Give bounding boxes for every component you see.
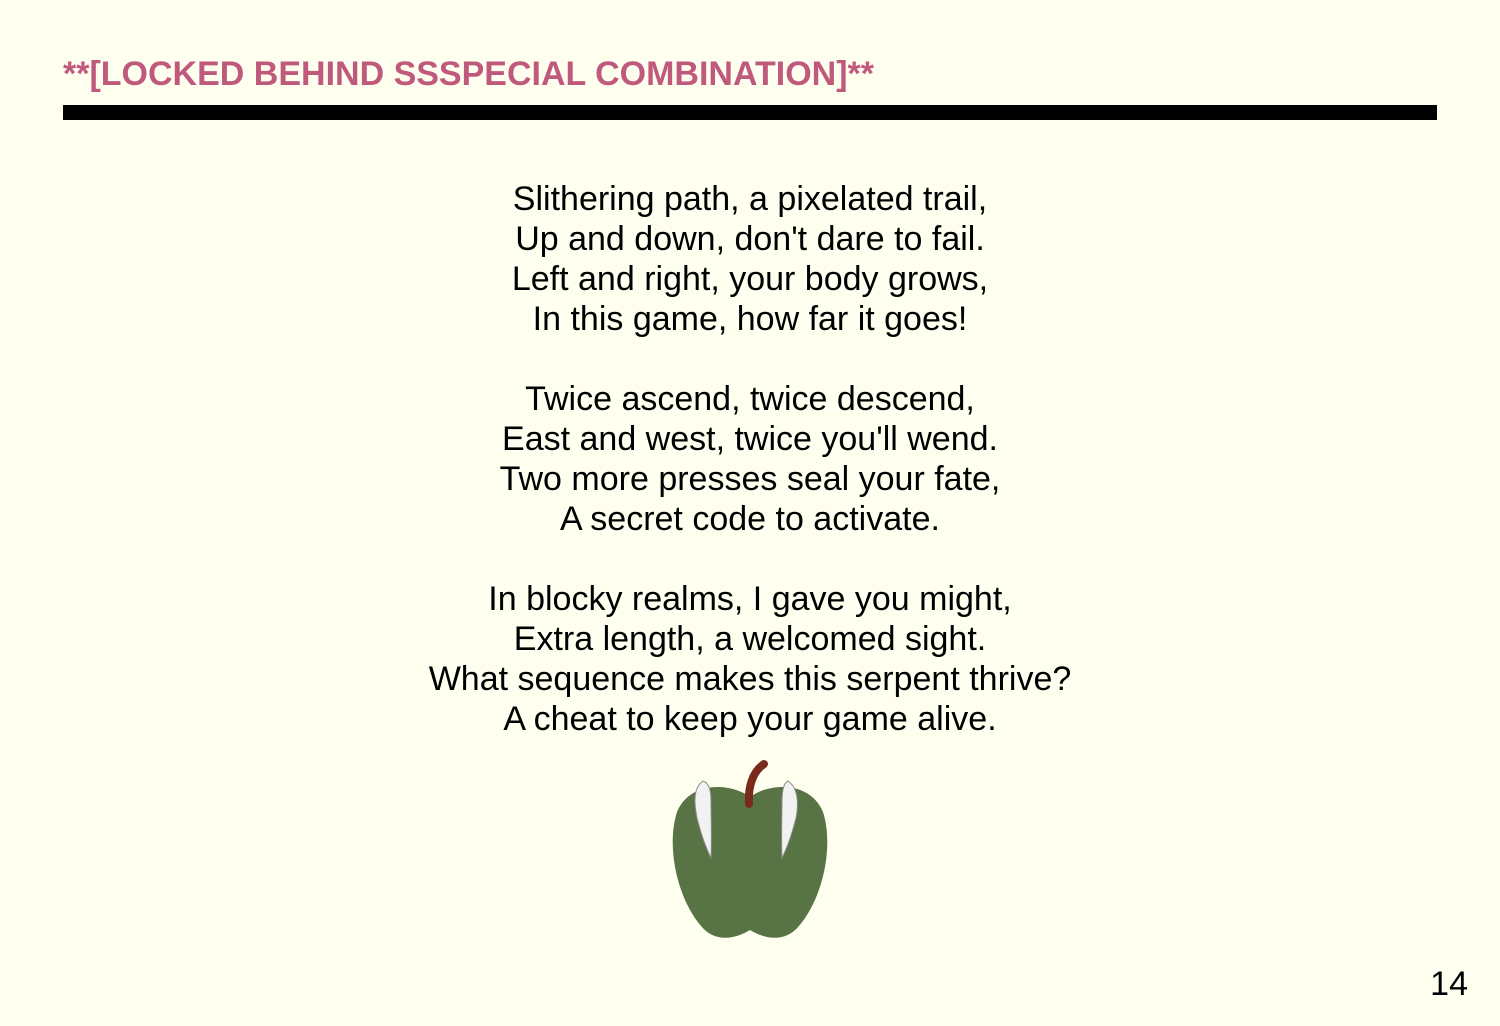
poem-line: In blocky realms, I gave you might, <box>488 580 1012 618</box>
poem-line: What sequence makes this serpent thrive? <box>428 660 1072 698</box>
poem-line: A secret code to activate. <box>560 500 940 538</box>
poem-line: Left and right, your body grows, <box>511 260 989 298</box>
poem-line: East and west, twice you'll wend. <box>502 420 998 458</box>
page-number: 14 <box>1430 965 1468 1003</box>
poem-line: A cheat to keep your game alive. <box>503 700 997 738</box>
page-heading: **[LOCKED BEHIND SSSPECIAL COMBINATION]*… <box>63 55 875 93</box>
poem: Slithering path, a pixelated trail, Up a… <box>0 179 1500 779</box>
heading-divider <box>63 105 1437 120</box>
poem-stanza: Slithering path, a pixelated trail, Up a… <box>0 179 1500 339</box>
fanged-green-apple-icon <box>672 760 828 938</box>
poem-line: Up and down, don't dare to fail. <box>515 220 985 258</box>
poem-line: Extra length, a welcomed sight. <box>513 620 987 658</box>
poem-stanza: In blocky realms, I gave you might, Extr… <box>0 579 1500 739</box>
poem-line: Twice ascend, twice descend, <box>525 380 975 418</box>
poem-line: Slithering path, a pixelated trail, <box>512 180 988 218</box>
poem-line: Two more presses seal your fate, <box>499 460 1001 498</box>
poem-stanza: Twice ascend, twice descend, East and we… <box>0 379 1500 539</box>
poem-line: In this game, how far it goes! <box>532 300 968 338</box>
